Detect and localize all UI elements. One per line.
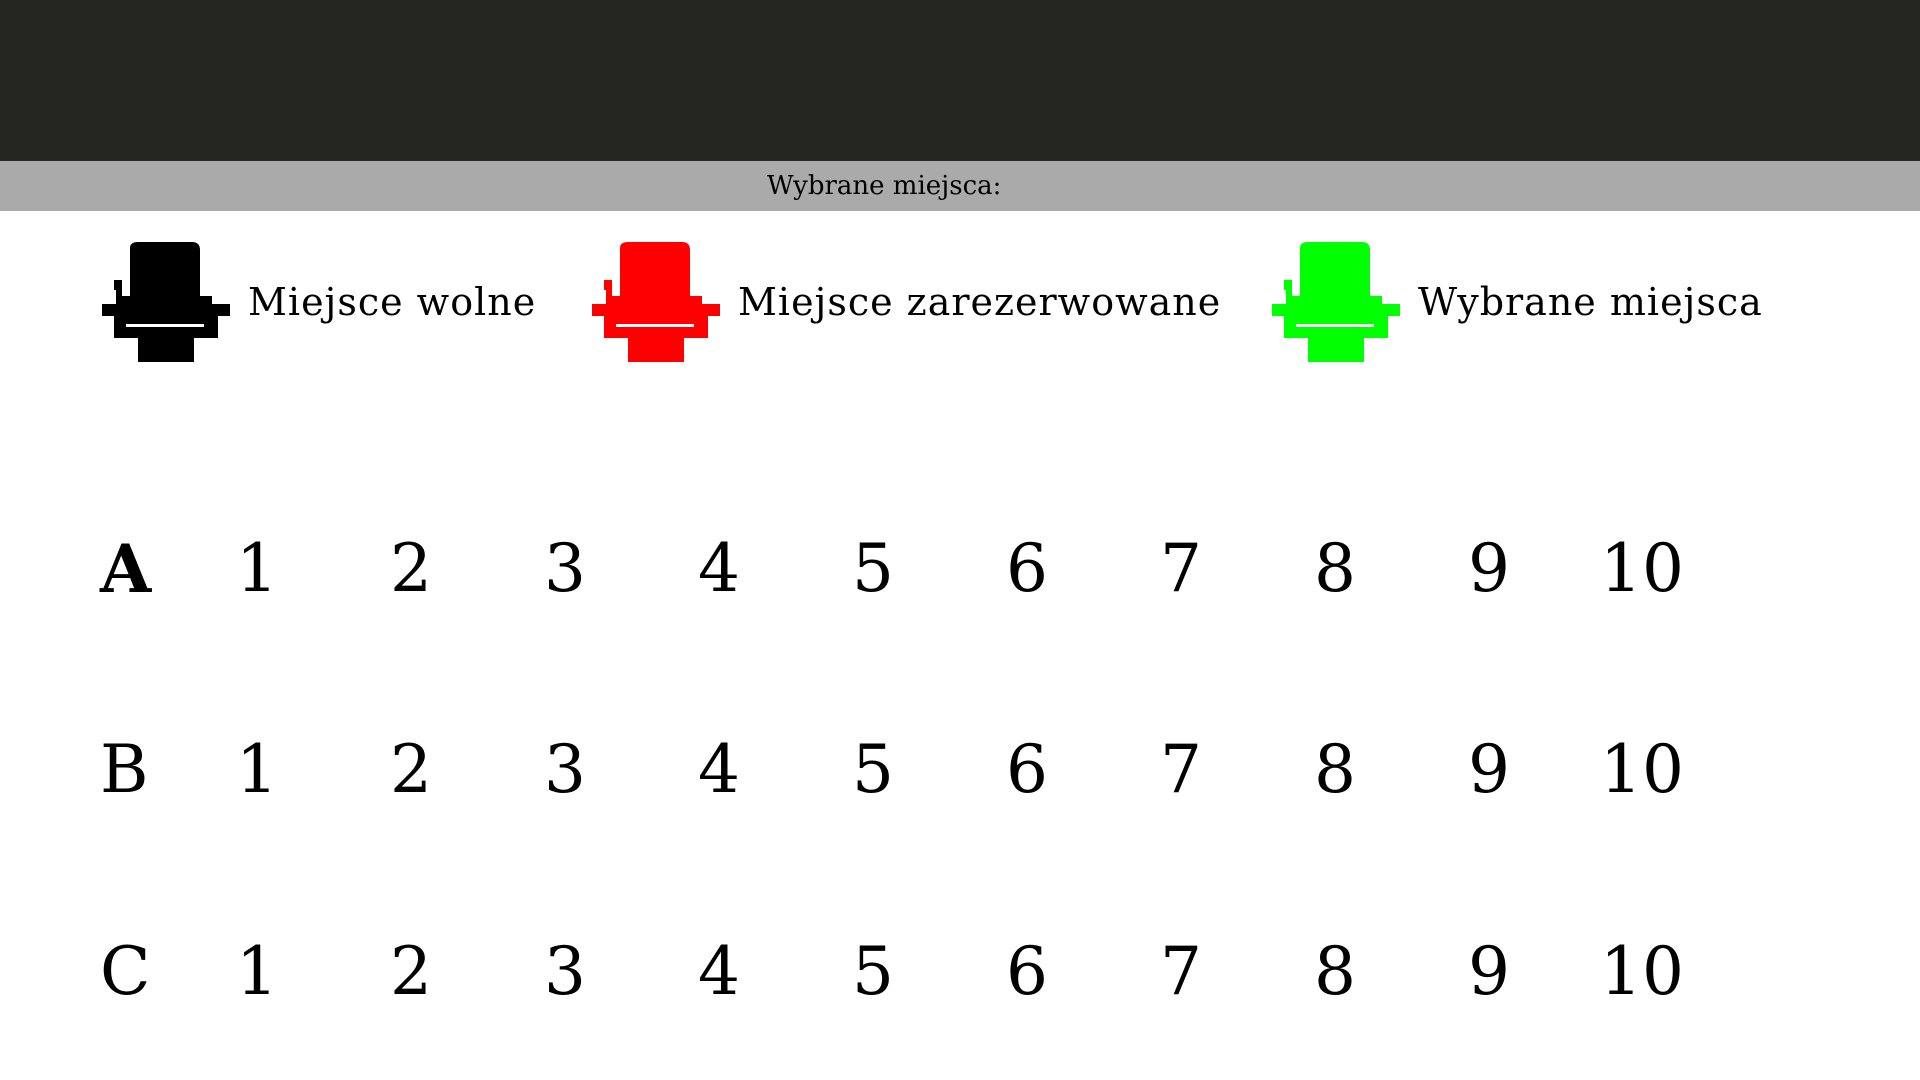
legend-selected-seat: Wybrane miejsca <box>1270 242 1763 362</box>
legend-available-seat: Miejsce wolne <box>100 242 536 362</box>
seat-a-2[interactable]: 2 <box>390 529 500 609</box>
legend-reserved-seat: Miejsce zarezerwowane <box>590 242 1221 362</box>
top-bar <box>0 0 1920 161</box>
seat-c-1[interactable]: 1 <box>236 932 346 1012</box>
seat-a-6[interactable]: 6 <box>1006 529 1116 609</box>
seat-b-10[interactable]: 10 <box>1600 730 1710 810</box>
seat-a-8[interactable]: 8 <box>1314 529 1424 609</box>
seat-b-2[interactable]: 2 <box>390 730 500 810</box>
seat-b-5[interactable]: 5 <box>852 730 962 810</box>
legend-label-available: Miejsce wolne <box>248 279 537 324</box>
seat-b-7[interactable]: 7 <box>1160 730 1270 810</box>
seat-row-a: A 1 2 3 4 5 6 7 8 9 10 <box>100 529 1720 609</box>
seat-icon <box>102 242 230 362</box>
row-label-a: A <box>100 530 152 608</box>
seat-b-4[interactable]: 4 <box>698 730 808 810</box>
seat-icon <box>1272 242 1400 362</box>
seat-a-9[interactable]: 9 <box>1468 529 1578 609</box>
seat-b-6[interactable]: 6 <box>1006 730 1116 810</box>
seat-icon <box>592 242 720 362</box>
legend-label-selected: Wybrane miejsca <box>1418 279 1763 324</box>
seat-b-8[interactable]: 8 <box>1314 730 1424 810</box>
seat-c-2[interactable]: 2 <box>390 932 500 1012</box>
seat-b-1[interactable]: 1 <box>236 730 346 810</box>
row-label-b: B <box>100 731 149 808</box>
seat-a-3[interactable]: 3 <box>544 529 654 609</box>
seat-c-3[interactable]: 3 <box>544 932 654 1012</box>
seat-c-9[interactable]: 9 <box>1468 932 1578 1012</box>
seat-a-5[interactable]: 5 <box>852 529 962 609</box>
seat-c-6[interactable]: 6 <box>1006 932 1116 1012</box>
seat-a-10[interactable]: 10 <box>1600 529 1710 609</box>
row-label-c: C <box>100 933 151 1010</box>
seat-a-7[interactable]: 7 <box>1160 529 1270 609</box>
seat-row-c: C 1 2 3 4 5 6 7 8 9 10 <box>100 932 1720 1012</box>
seat-c-4[interactable]: 4 <box>698 932 808 1012</box>
seat-b-9[interactable]: 9 <box>1468 730 1578 810</box>
selected-seats-label: Wybrane miejsca: <box>767 171 1002 201</box>
seat-a-4[interactable]: 4 <box>698 529 808 609</box>
seat-b-3[interactable]: 3 <box>544 730 654 810</box>
legend-label-reserved: Miejsce zarezerwowane <box>738 279 1222 324</box>
seat-c-10[interactable]: 10 <box>1600 932 1710 1012</box>
seat-c-8[interactable]: 8 <box>1314 932 1424 1012</box>
seat-c-5[interactable]: 5 <box>852 932 962 1012</box>
seat-row-b: B 1 2 3 4 5 6 7 8 9 10 <box>100 730 1720 810</box>
seat-a-1[interactable]: 1 <box>236 529 346 609</box>
seat-c-7[interactable]: 7 <box>1160 932 1270 1012</box>
